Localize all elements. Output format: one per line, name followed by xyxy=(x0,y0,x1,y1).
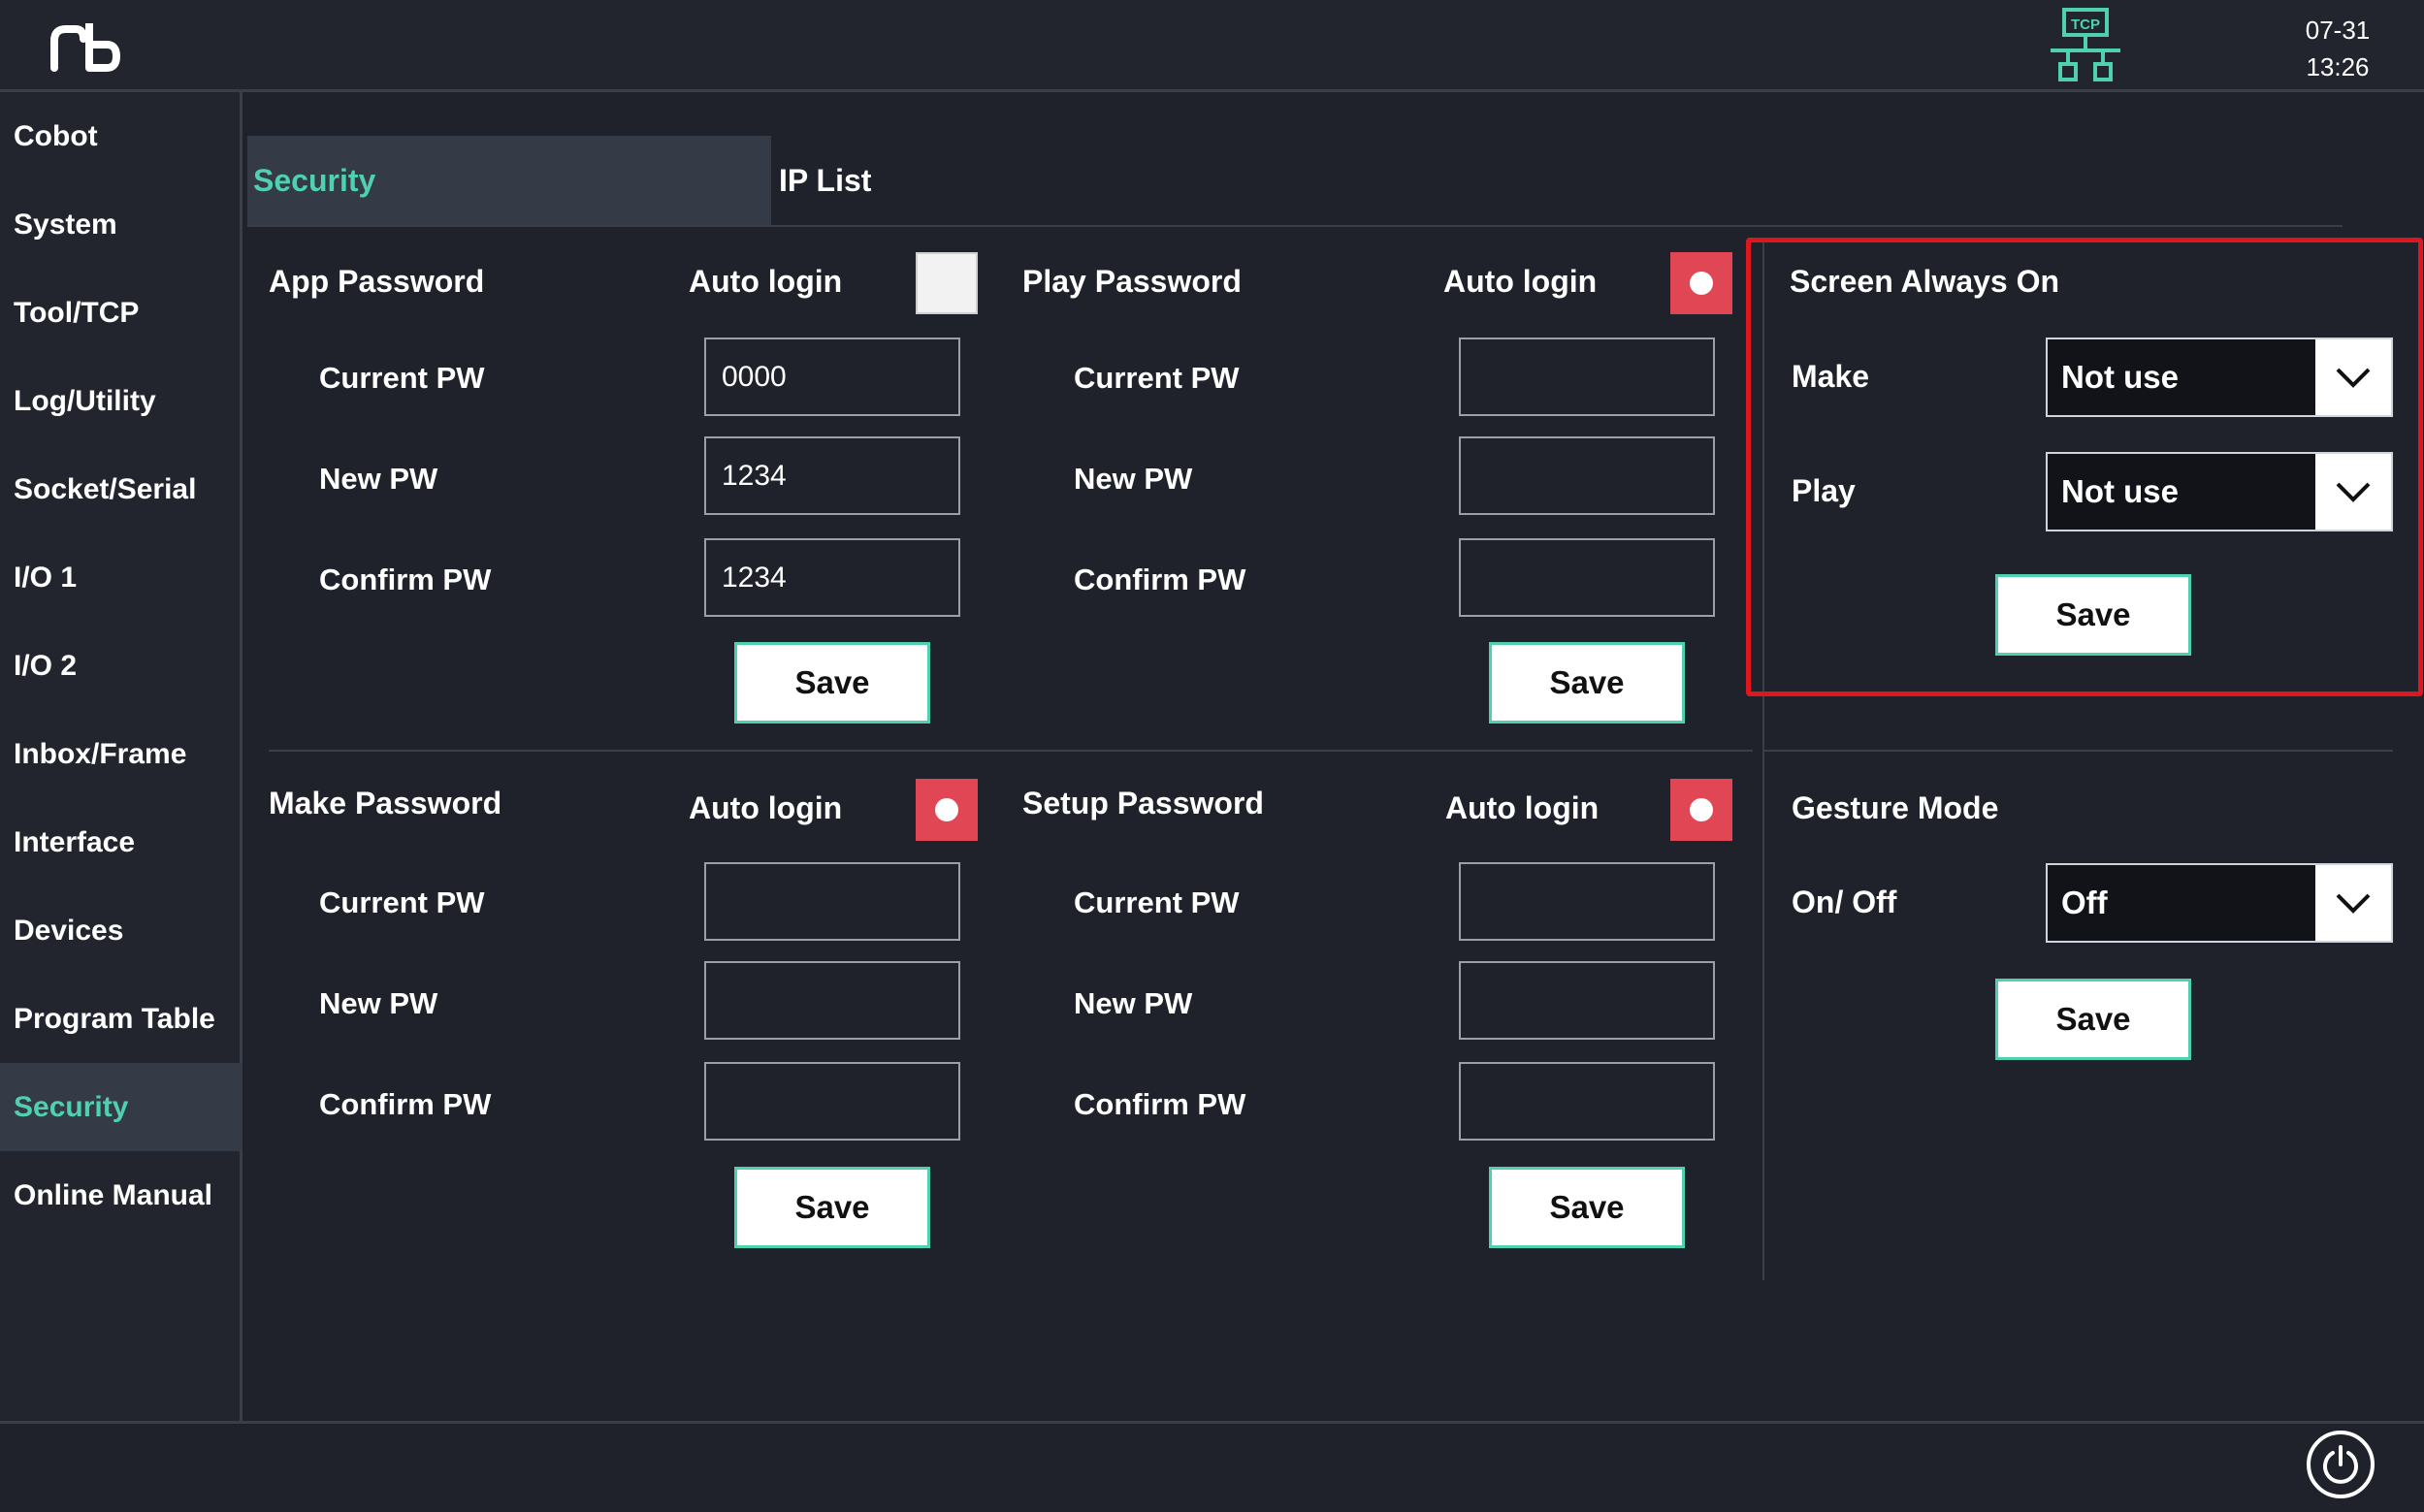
make-new-pw-label: New PW xyxy=(319,986,438,1020)
setup-password-title: Setup Password xyxy=(1022,786,1264,820)
setup-current-pw-label: Current PW xyxy=(1074,885,1240,919)
section-divider xyxy=(269,750,1753,752)
play-new-pw-input[interactable] xyxy=(1459,436,1715,515)
gesture-mode-title: Gesture Mode xyxy=(1792,790,1999,825)
app-current-pw-label: Current PW xyxy=(319,361,485,395)
play-confirm-pw-input[interactable] xyxy=(1459,538,1715,617)
toggle-dot-icon xyxy=(935,798,958,821)
toggle-dot-icon xyxy=(1690,798,1713,821)
gesture-onoff-label: On/ Off xyxy=(1792,885,1897,919)
app-password-title: App Password xyxy=(269,264,485,299)
make-confirm-pw-input[interactable] xyxy=(704,1062,960,1141)
sidebar-item-security[interactable]: Security xyxy=(0,1063,242,1151)
sidebar-item-io2[interactable]: I/O 2 xyxy=(0,622,242,710)
app-auto-login-checkbox[interactable] xyxy=(916,252,978,314)
sidebar-item-socket-serial[interactable]: Socket/Serial xyxy=(0,445,242,533)
play-auto-login-toggle[interactable] xyxy=(1670,252,1732,314)
gesture-mode-save-button[interactable]: Save xyxy=(1995,979,2191,1060)
setup-confirm-pw-input[interactable] xyxy=(1459,1062,1715,1141)
sidebar-item-inbox-frame[interactable]: Inbox/Frame xyxy=(0,710,242,798)
setup-new-pw-label: New PW xyxy=(1074,986,1193,1020)
rb-logo xyxy=(50,23,120,72)
tcp-network-icon: TCP xyxy=(2051,8,2120,81)
app-confirm-pw-input[interactable] xyxy=(704,538,960,617)
setup-new-pw-input[interactable] xyxy=(1459,961,1715,1040)
sidebar-item-log-utility[interactable]: Log/Utility xyxy=(0,357,242,445)
toggle-dot-icon xyxy=(1690,272,1713,295)
app-confirm-pw-label: Confirm PW xyxy=(319,563,492,596)
play-password-save-button[interactable]: Save xyxy=(1489,642,1685,724)
make-password-title: Make Password xyxy=(269,786,502,820)
make-auto-login-label: Auto login xyxy=(689,790,843,825)
setup-confirm-pw-label: Confirm PW xyxy=(1074,1087,1246,1121)
tcp-label: TCP xyxy=(2071,16,2100,33)
make-current-pw-input[interactable] xyxy=(704,862,960,941)
play-current-pw-input[interactable] xyxy=(1459,338,1715,416)
setup-auto-login-toggle[interactable] xyxy=(1670,779,1732,841)
play-confirm-pw-label: Confirm PW xyxy=(1074,563,1246,596)
gesture-onoff-value: Off xyxy=(2061,885,2108,920)
tab-ip-list[interactable]: IP List xyxy=(773,136,1064,225)
datetime: 07-31 13:26 xyxy=(2270,12,2406,85)
top-bar: TCP 07-31 13:26 xyxy=(0,0,2424,92)
time: 13:26 xyxy=(2306,52,2370,81)
app-current-pw-input[interactable] xyxy=(704,338,960,416)
make-new-pw-input[interactable] xyxy=(704,961,960,1040)
play-current-pw-label: Current PW xyxy=(1074,361,1240,395)
sidebar-item-program-table[interactable]: Program Table xyxy=(0,975,242,1063)
highlight-box xyxy=(1746,238,2423,696)
power-icon[interactable] xyxy=(2307,1431,2375,1498)
tab-divider xyxy=(247,225,2343,227)
sidebar: Cobot System Tool/TCP Log/Utility Socket… xyxy=(0,92,242,1421)
chevron-down-icon xyxy=(2315,865,2391,941)
sidebar-item-cobot[interactable]: Cobot xyxy=(0,92,242,180)
date: 07-31 xyxy=(2305,16,2371,45)
sidebar-item-interface[interactable]: Interface xyxy=(0,798,242,886)
play-password-title: Play Password xyxy=(1022,264,1242,299)
make-password-save-button[interactable]: Save xyxy=(734,1167,930,1248)
make-confirm-pw-label: Confirm PW xyxy=(319,1087,492,1121)
setup-password-save-button[interactable]: Save xyxy=(1489,1167,1685,1248)
make-auto-login-toggle[interactable] xyxy=(916,779,978,841)
app-password-save-button[interactable]: Save xyxy=(734,642,930,724)
sidebar-item-devices[interactable]: Devices xyxy=(0,886,242,975)
app-new-pw-label: New PW xyxy=(319,462,438,496)
bottom-bar xyxy=(0,1421,2424,1512)
gesture-onoff-select[interactable]: Off xyxy=(2046,863,2393,943)
sidebar-item-tool-tcp[interactable]: Tool/TCP xyxy=(0,269,242,357)
tab-security[interactable]: Security xyxy=(247,136,771,225)
app-new-pw-input[interactable] xyxy=(704,436,960,515)
section-divider-right xyxy=(1762,750,2393,752)
sidebar-item-online-manual[interactable]: Online Manual xyxy=(0,1151,242,1239)
setup-auto-login-label: Auto login xyxy=(1445,790,1600,825)
make-current-pw-label: Current PW xyxy=(319,885,485,919)
setup-current-pw-input[interactable] xyxy=(1459,862,1715,941)
play-new-pw-label: New PW xyxy=(1074,462,1193,496)
play-auto-login-label: Auto login xyxy=(1443,264,1598,299)
sidebar-item-system[interactable]: System xyxy=(0,180,242,269)
app-auto-login-label: Auto login xyxy=(689,264,843,299)
sidebar-item-io1[interactable]: I/O 1 xyxy=(0,533,242,622)
